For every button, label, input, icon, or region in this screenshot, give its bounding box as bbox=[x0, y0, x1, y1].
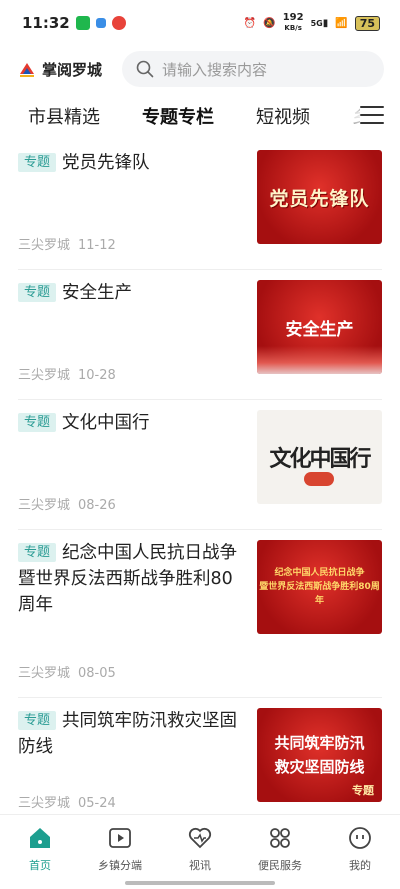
item-title: 专题 共同筑牢防汛救灾坚固防线 bbox=[18, 708, 246, 760]
grid-icon bbox=[270, 828, 290, 848]
item-title: 专题 安全生产 bbox=[18, 280, 246, 306]
status-left: 11:32 bbox=[22, 14, 126, 32]
item-date: 10-28 bbox=[78, 368, 116, 383]
list-item[interactable]: 专题 文化中国行 三尖罗城 08-26 文化中国行 bbox=[18, 400, 382, 530]
home-icon bbox=[30, 828, 50, 848]
item-date: 08-26 bbox=[78, 498, 116, 513]
status-bar: 11:32 ⏰ 🔕 192 KB/s 5G▮ 📶 75 bbox=[0, 0, 400, 46]
item-source: 三尖罗城 bbox=[18, 666, 71, 681]
item-title-text: 安全生产 bbox=[62, 283, 133, 303]
item-text: 专题 纪念中国人民抗日战争暨世界反法西斯战争胜利80周年 三尖罗城 08-05 bbox=[18, 540, 246, 697]
item-thumbnail: 共同筑牢防汛 救灾坚固防线 专题 bbox=[257, 708, 382, 802]
status-right: ⏰ 🔕 192 KB/s 5G▮ 📶 75 bbox=[244, 13, 380, 33]
thumbnail-text: 文化中国行 bbox=[269, 446, 371, 472]
search-placeholder: 请输入搜索内容 bbox=[162, 60, 268, 79]
item-date: 11-12 bbox=[78, 238, 116, 253]
wifi-icon: 📶 bbox=[335, 17, 348, 29]
mute-icon: 🔕 bbox=[263, 17, 276, 29]
item-text: 专题 安全生产 三尖罗城 10-28 bbox=[18, 280, 246, 399]
tab-special-topics[interactable]: 专题专栏 bbox=[142, 103, 214, 129]
topic-tag: 专题 bbox=[18, 711, 57, 730]
news-list: 专题 党员先锋队 三尖罗城 11-12 党员先锋队 专题 安全生产 三尖罗城 10-28… bbox=[0, 140, 400, 828]
item-text: 专题 共同筑牢防汛救灾坚固防线 三尖罗城 05-24 bbox=[18, 708, 246, 827]
battery-icon: 75 bbox=[354, 15, 380, 31]
item-source: 三尖罗城 bbox=[18, 796, 71, 811]
item-title: 专题 党员先锋队 bbox=[18, 150, 246, 176]
thumbnail-text: 安全生产 bbox=[285, 319, 354, 340]
item-meta: 三尖罗城 05-24 bbox=[18, 792, 246, 811]
signal-icon: 5G▮ bbox=[310, 17, 329, 29]
list-item[interactable]: 专题 共同筑牢防汛救灾坚固防线 三尖罗城 05-24 共同筑牢防汛 救灾坚固防线 专… bbox=[18, 698, 382, 828]
item-title-text: 党员先锋队 bbox=[62, 153, 150, 173]
topic-tag: 专题 bbox=[18, 283, 57, 302]
thumbnail-line-1: 共同筑牢防汛 bbox=[274, 734, 365, 752]
tab-city-picks[interactable]: 市县精选 bbox=[28, 103, 100, 129]
category-tabs: 市县精选 专题专栏 短视频 乡 bbox=[0, 92, 400, 140]
thumbnail-line-1: 纪念中国人民抗日战争 bbox=[274, 568, 365, 578]
item-meta: 三尖罗城 08-26 bbox=[18, 494, 246, 513]
net-speed: 192 KB/s bbox=[283, 13, 304, 33]
nav-township-label: 乡镇分端 bbox=[98, 859, 142, 872]
item-text: 专题 文化中国行 三尖罗城 08-26 bbox=[18, 410, 246, 529]
status-time: 11:32 bbox=[22, 14, 70, 32]
item-source: 三尖罗城 bbox=[18, 498, 71, 513]
thumbnail-text: 党员先锋队 bbox=[269, 187, 370, 210]
item-text: 专题 党员先锋队 三尖罗城 11-12 bbox=[18, 150, 246, 269]
item-source: 三尖罗城 bbox=[18, 368, 71, 383]
nav-profile[interactable]: 我的 bbox=[325, 825, 395, 889]
heart-icon bbox=[188, 827, 212, 849]
nav-services-label: 便民服务 bbox=[258, 859, 302, 872]
item-title: 专题 纪念中国人民抗日战争暨世界反法西斯战争胜利80周年 bbox=[18, 540, 246, 618]
topic-tag: 专题 bbox=[18, 413, 57, 432]
bottom-nav: 首页 乡镇分端 视讯 便民服务 我的 bbox=[0, 814, 400, 889]
net-speed-unit: KB/s bbox=[284, 24, 302, 32]
topic-tag: 专题 bbox=[18, 543, 57, 562]
item-meta: 三尖罗城 11-12 bbox=[18, 234, 246, 253]
tab-short-video[interactable]: 短视频 bbox=[256, 103, 310, 129]
item-thumbnail: 安全生产 bbox=[257, 280, 382, 374]
list-item[interactable]: 专题 纪念中国人民抗日战争暨世界反法西斯战争胜利80周年 三尖罗城 08-05 纪念… bbox=[18, 530, 382, 698]
app-header: 掌阅罗城 请输入搜索内容 bbox=[0, 46, 400, 92]
item-thumbnail: 文化中国行 bbox=[257, 410, 382, 504]
face-icon bbox=[349, 827, 371, 849]
nav-video[interactable]: 视讯 bbox=[165, 825, 235, 889]
topic-tag: 专题 bbox=[18, 153, 57, 172]
item-date: 08-05 bbox=[78, 666, 116, 681]
wechat-icon bbox=[75, 16, 90, 30]
search-icon bbox=[136, 60, 154, 78]
item-meta: 三尖罗城 10-28 bbox=[18, 364, 246, 383]
cloud-decoration bbox=[304, 472, 334, 486]
thumbnail-line-2: 暨世界反法西斯战争胜利80周年 bbox=[259, 582, 380, 606]
item-meta: 三尖罗城 08-05 bbox=[18, 662, 246, 681]
signal-label: 5G bbox=[310, 18, 323, 28]
nav-home-label: 首页 bbox=[29, 859, 51, 872]
thumbnail-ribbon bbox=[257, 346, 382, 374]
nav-services[interactable]: 便民服务 bbox=[245, 825, 315, 889]
list-item[interactable]: 专题 安全生产 三尖罗城 10-28 安全生产 bbox=[18, 270, 382, 400]
nav-profile-label: 我的 bbox=[349, 859, 371, 872]
item-title: 专题 文化中国行 bbox=[18, 410, 246, 436]
thumbnail-line-2: 救灾坚固防线 bbox=[274, 758, 365, 776]
thumbnail-badge: 专题 bbox=[352, 784, 374, 797]
brand-logo-icon bbox=[20, 63, 34, 77]
nav-home[interactable]: 首页 bbox=[5, 825, 75, 889]
home-indicator bbox=[125, 881, 275, 885]
brand-name: 掌阅罗城 bbox=[42, 60, 103, 79]
nav-video-label: 视讯 bbox=[189, 859, 211, 872]
item-thumbnail: 纪念中国人民抗日战争 暨世界反法西斯战争胜利80周年 bbox=[257, 540, 382, 634]
tab-menu-icon[interactable] bbox=[360, 106, 384, 126]
item-title-text: 文化中国行 bbox=[62, 413, 150, 433]
brand[interactable]: 掌阅罗城 bbox=[18, 59, 102, 80]
item-thumbnail: 党员先锋队 bbox=[257, 150, 382, 244]
item-date: 05-24 bbox=[78, 796, 116, 811]
play-icon bbox=[109, 828, 131, 848]
nav-township[interactable]: 乡镇分端 bbox=[85, 825, 155, 889]
search-input[interactable]: 请输入搜索内容 bbox=[122, 51, 384, 87]
item-source: 三尖罗城 bbox=[18, 238, 71, 253]
alarm-icon: ⏰ bbox=[243, 17, 257, 29]
list-item[interactable]: 专题 党员先锋队 三尖罗城 11-12 党员先锋队 bbox=[18, 140, 382, 270]
netease-icon bbox=[111, 16, 126, 30]
app-notification-icon bbox=[95, 18, 106, 28]
net-speed-value: 192 bbox=[282, 12, 304, 23]
